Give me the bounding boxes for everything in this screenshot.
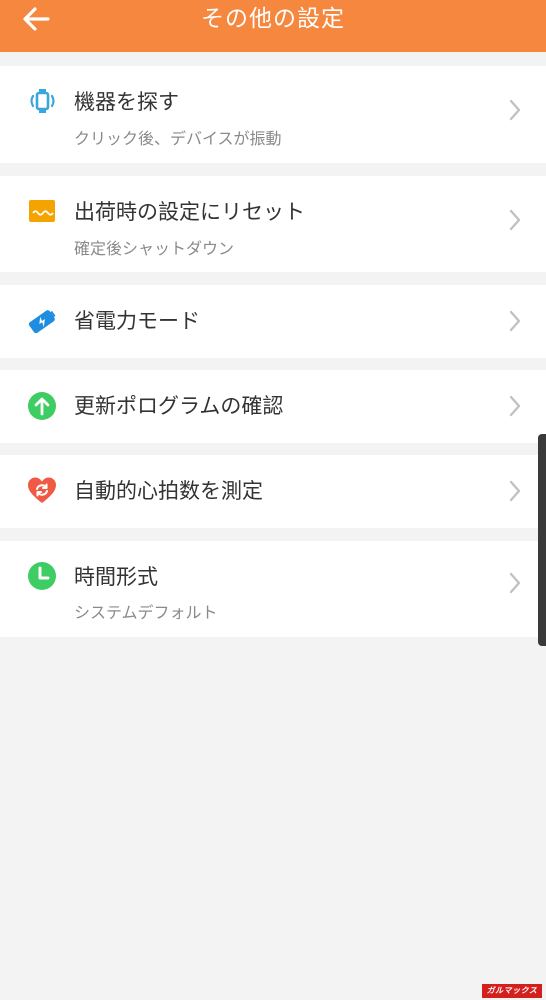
setting-update-check[interactable]: 更新ポログラムの確認 bbox=[0, 370, 546, 443]
clock-icon bbox=[28, 562, 56, 590]
watch-vibrate-icon bbox=[30, 89, 55, 113]
setting-subtitle: クリック後、デバイスが振動 bbox=[74, 129, 282, 148]
watermark-logo: ガルマックス bbox=[482, 984, 542, 998]
setting-factory-reset[interactable]: 出荷時の設定にリセット 確定後シャットダウン bbox=[0, 176, 546, 272]
setting-title: 機器を探す bbox=[74, 90, 179, 114]
chevron-right-icon bbox=[509, 395, 521, 417]
setting-subtitle: システムデフォルト bbox=[74, 603, 218, 622]
chevron-right-icon bbox=[509, 480, 521, 502]
chevron-right-icon bbox=[509, 209, 521, 231]
scrollbar-thumb[interactable] bbox=[538, 434, 546, 646]
heart-rate-icon bbox=[28, 477, 56, 503]
setting-power-saving[interactable]: 省電力モード bbox=[0, 285, 546, 358]
power-saving-icon bbox=[28, 310, 56, 334]
page-title: その他の設定 bbox=[201, 6, 345, 32]
setting-title: 自動的心拍数を測定 bbox=[74, 479, 263, 503]
setting-title: 省電力モード bbox=[74, 309, 200, 333]
app-header: その他の設定 bbox=[0, 0, 546, 52]
setting-time-format[interactable]: 時間形式 システムデフォルト bbox=[0, 541, 546, 637]
setting-title: 更新ポログラムの確認 bbox=[74, 394, 284, 418]
setting-subtitle: 確定後シャットダウン bbox=[74, 239, 235, 258]
setting-find-device[interactable]: 機器を探す クリック後、デバイスが振動 bbox=[0, 66, 546, 163]
setting-title: 出荷時の設定にリセット bbox=[74, 200, 305, 224]
setting-title: 時間形式 bbox=[74, 565, 158, 589]
reset-icon bbox=[29, 200, 55, 222]
setting-auto-heart-rate[interactable]: 自動的心拍数を測定 bbox=[0, 455, 546, 528]
chevron-right-icon bbox=[509, 99, 521, 121]
update-icon bbox=[28, 392, 56, 420]
chevron-right-icon bbox=[509, 310, 521, 332]
chevron-right-icon bbox=[509, 572, 521, 594]
